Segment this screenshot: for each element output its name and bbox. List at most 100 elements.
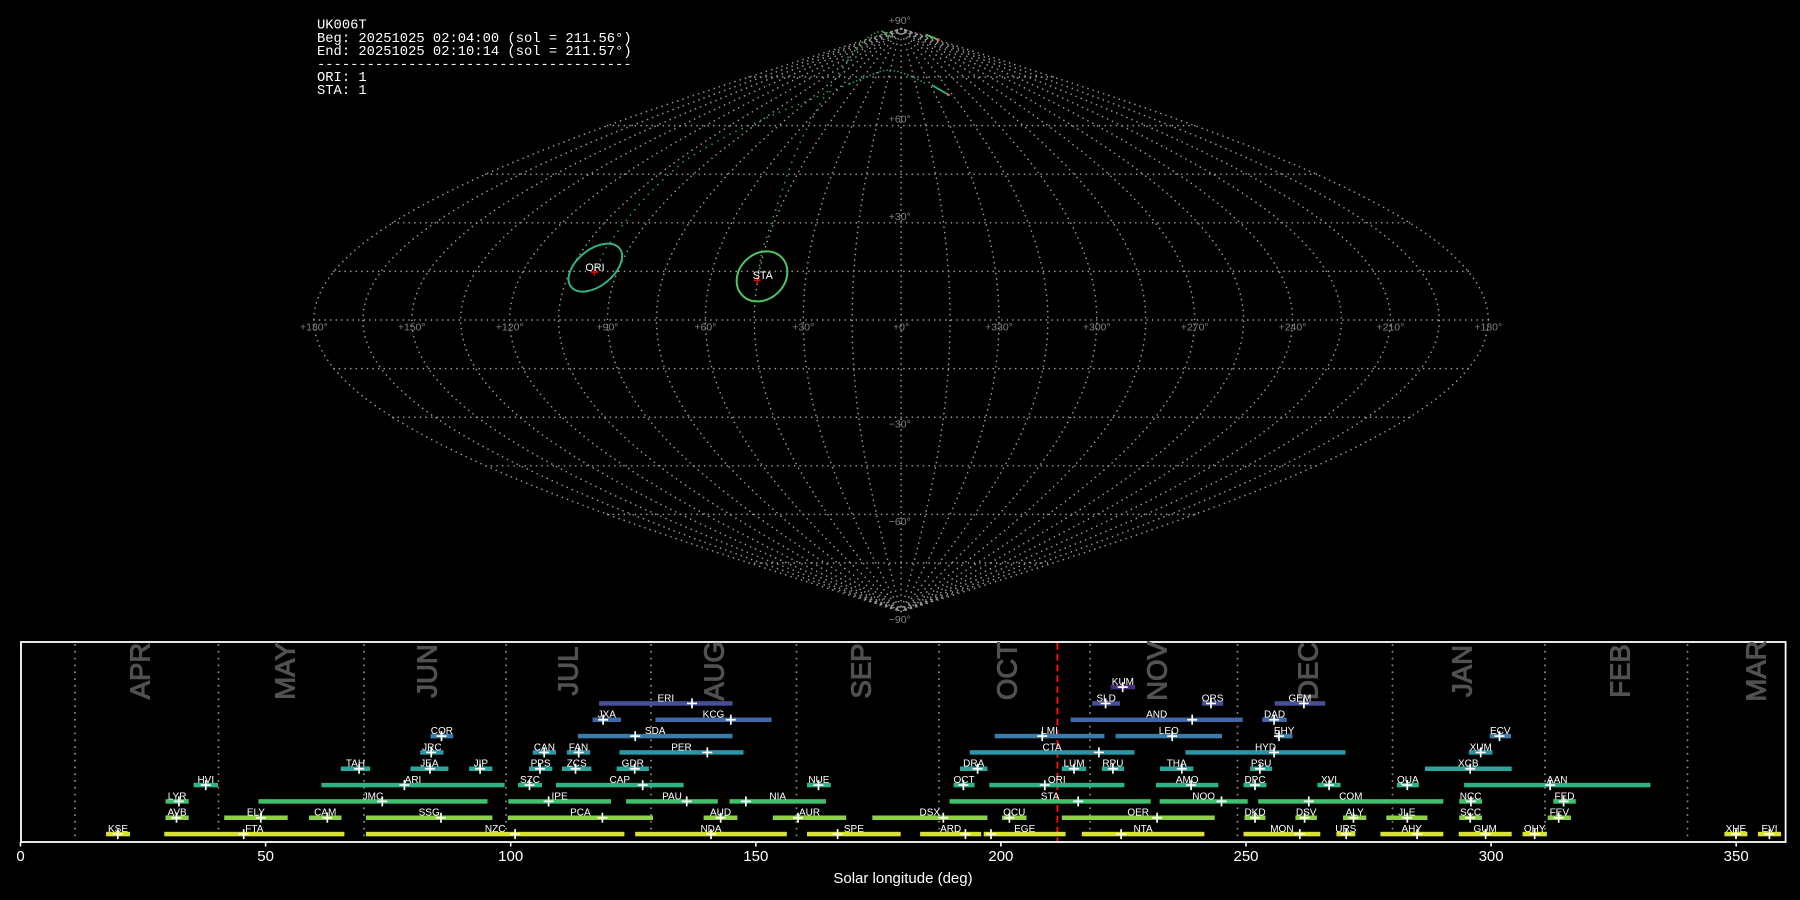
svg-text:IPE: IPE bbox=[552, 791, 568, 802]
svg-text:FED: FED bbox=[1555, 791, 1575, 802]
svg-text:JAN: JAN bbox=[1447, 645, 1478, 697]
svg-text:+120°: +120° bbox=[496, 321, 524, 333]
svg-text:50: 50 bbox=[257, 848, 274, 865]
svg-text:HVI: HVI bbox=[197, 775, 214, 786]
svg-text:JXA: JXA bbox=[598, 710, 617, 721]
svg-text:EGE: EGE bbox=[1014, 824, 1035, 835]
svg-text:150: 150 bbox=[743, 848, 768, 865]
svg-text:STA: 1: STA: 1 bbox=[317, 84, 367, 99]
svg-text:CTA: CTA bbox=[1042, 742, 1062, 753]
svg-text:NCC: NCC bbox=[1460, 791, 1482, 802]
svg-text:AND: AND bbox=[1146, 710, 1167, 721]
svg-text:PER: PER bbox=[671, 742, 692, 753]
svg-text:+30°: +30° bbox=[889, 211, 911, 223]
svg-text:+270°: +270° bbox=[1181, 321, 1209, 333]
svg-text:ERI: ERI bbox=[657, 693, 674, 704]
svg-text:GDR: GDR bbox=[622, 759, 644, 770]
svg-text:XVI: XVI bbox=[1321, 775, 1337, 786]
svg-text:COM: COM bbox=[1339, 791, 1362, 802]
svg-text:ORI: ORI bbox=[1048, 775, 1066, 786]
svg-text:JEA: JEA bbox=[420, 759, 439, 770]
svg-text:FAN: FAN bbox=[569, 742, 588, 753]
svg-text:CAM: CAM bbox=[314, 808, 336, 819]
svg-text:+180°: +180° bbox=[300, 321, 328, 333]
svg-text:SSG: SSG bbox=[419, 808, 440, 819]
svg-text:THA: THA bbox=[1167, 759, 1187, 770]
svg-text:NTA: NTA bbox=[1133, 824, 1153, 835]
svg-text:JUN: JUN bbox=[412, 644, 443, 697]
svg-text:GUM: GUM bbox=[1474, 824, 1497, 835]
svg-text:ARI: ARI bbox=[405, 775, 422, 786]
svg-text:DPC: DPC bbox=[1244, 775, 1265, 786]
svg-text:SEP: SEP bbox=[846, 643, 877, 698]
svg-text:MAY: MAY bbox=[270, 642, 301, 700]
svg-text:EHY: EHY bbox=[1274, 726, 1295, 737]
svg-text:300: 300 bbox=[1479, 848, 1504, 865]
svg-text:+60°: +60° bbox=[889, 114, 911, 126]
svg-text:SLD: SLD bbox=[1096, 693, 1115, 704]
svg-text:PSU: PSU bbox=[1251, 759, 1272, 770]
svg-text:−30°: −30° bbox=[889, 419, 911, 431]
svg-text:MON: MON bbox=[1270, 824, 1293, 835]
svg-text:NIA: NIA bbox=[769, 791, 786, 802]
svg-text:KCG: KCG bbox=[703, 710, 725, 721]
svg-text:STA: STA bbox=[1041, 791, 1060, 802]
svg-text:KSE: KSE bbox=[108, 824, 128, 835]
svg-text:+90°: +90° bbox=[596, 321, 618, 333]
svg-text:LEO: LEO bbox=[1159, 726, 1179, 737]
svg-text:XHE: XHE bbox=[1726, 824, 1747, 835]
svg-text:PAU: PAU bbox=[662, 791, 682, 802]
svg-text:TAH: TAH bbox=[346, 759, 365, 770]
svg-text:FEV: FEV bbox=[1550, 808, 1570, 819]
svg-text:FTA: FTA bbox=[245, 824, 263, 835]
svg-text:FEB: FEB bbox=[1605, 644, 1636, 697]
svg-text:JRC: JRC bbox=[422, 742, 441, 753]
svg-text:350: 350 bbox=[1724, 848, 1749, 865]
svg-text:+0°: +0° bbox=[893, 321, 909, 333]
svg-text:COR: COR bbox=[431, 726, 453, 737]
svg-text:AUD: AUD bbox=[710, 808, 731, 819]
svg-text:OCT: OCT bbox=[992, 642, 1023, 700]
svg-text:LUM: LUM bbox=[1063, 759, 1084, 770]
svg-text:PPS: PPS bbox=[531, 759, 551, 770]
svg-text:JMC: JMC bbox=[363, 791, 384, 802]
svg-text:QUA: QUA bbox=[1397, 775, 1419, 786]
svg-text:Solar longitude (deg): Solar longitude (deg) bbox=[833, 870, 972, 887]
svg-text:AMO: AMO bbox=[1176, 775, 1199, 786]
svg-text:XUM: XUM bbox=[1470, 742, 1492, 753]
svg-text:SDA: SDA bbox=[645, 726, 666, 737]
svg-text:LYR: LYR bbox=[168, 791, 187, 802]
svg-text:HYD: HYD bbox=[1255, 742, 1276, 753]
svg-text:MAR: MAR bbox=[1741, 640, 1772, 701]
svg-text:−90°: −90° bbox=[889, 614, 911, 626]
svg-text:KUM: KUM bbox=[1112, 677, 1134, 688]
svg-text:CAP: CAP bbox=[610, 775, 631, 786]
svg-text:CAN: CAN bbox=[534, 742, 555, 753]
svg-text:+150°: +150° bbox=[398, 321, 426, 333]
svg-text:LMI: LMI bbox=[1041, 726, 1058, 737]
svg-text:DAD: DAD bbox=[1264, 710, 1285, 721]
svg-text:+180°: +180° bbox=[1474, 321, 1502, 333]
svg-text:STA: STA bbox=[753, 270, 774, 282]
svg-text:AVB: AVB bbox=[167, 808, 187, 819]
svg-text:NUE: NUE bbox=[808, 775, 829, 786]
svg-text:SZC: SZC bbox=[520, 775, 540, 786]
svg-text:+30°: +30° bbox=[792, 321, 814, 333]
svg-text:−60°: −60° bbox=[889, 516, 911, 528]
svg-text:OHY: OHY bbox=[1524, 824, 1546, 835]
svg-text:DSV: DSV bbox=[1296, 808, 1317, 819]
svg-text:100: 100 bbox=[498, 848, 523, 865]
svg-text:AAN: AAN bbox=[1547, 775, 1568, 786]
svg-text:GEM: GEM bbox=[1289, 693, 1312, 704]
svg-text:APR: APR bbox=[125, 643, 156, 700]
svg-text:AUR: AUR bbox=[799, 808, 820, 819]
svg-text:+60°: +60° bbox=[694, 321, 716, 333]
svg-text:OCU: OCU bbox=[1003, 808, 1025, 819]
svg-text:PCA: PCA bbox=[570, 808, 591, 819]
svg-text:OCT: OCT bbox=[954, 775, 975, 786]
svg-text:NOO: NOO bbox=[1192, 791, 1215, 802]
svg-text:JUL: JUL bbox=[553, 647, 584, 696]
svg-text:XCB: XCB bbox=[1458, 759, 1479, 770]
svg-text:+90°: +90° bbox=[889, 15, 911, 27]
svg-text:SCC: SCC bbox=[1460, 808, 1481, 819]
